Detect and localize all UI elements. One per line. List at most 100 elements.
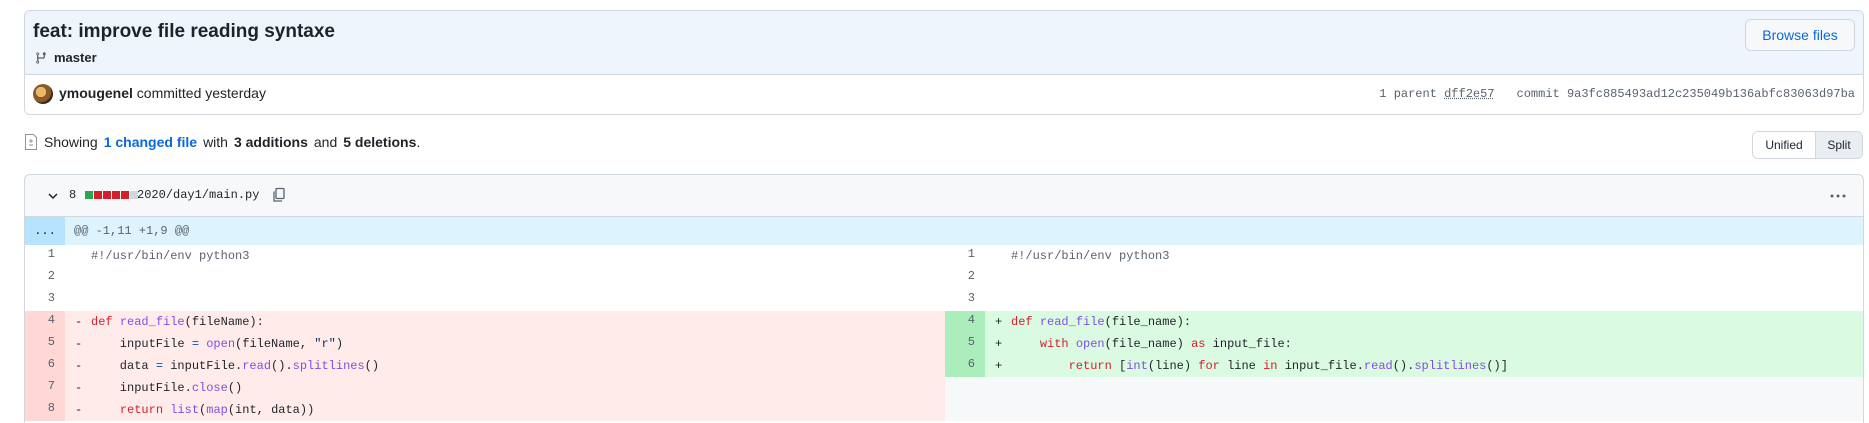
parent-sha-link[interactable]: dff2e57 (1444, 87, 1494, 101)
git-branch-icon (36, 51, 46, 64)
diffstat-square-del (121, 191, 129, 199)
commit-meta: ymougenel committed yesterday 1 parent d… (25, 75, 1863, 114)
branch-info[interactable]: master (34, 50, 97, 65)
hunk-range: @@ -1,11 +1,9 @@ (74, 224, 190, 238)
author-line: ymougenel committed yesterday (59, 85, 266, 101)
code-line: + return [int(line) for line in input_fi… (985, 355, 1863, 377)
file-header: 8 2020/day1/main.py (25, 175, 1863, 217)
browse-files-button[interactable]: Browse files (1745, 19, 1855, 51)
diff-rows: 1 #!/usr/bin/env python3 1 #!/usr/bin/env… (25, 245, 1863, 421)
diffstat-square-add (85, 191, 93, 199)
diff-row: 5- inputFile = open(fileName, "r") 5 + wit… (25, 333, 1863, 355)
diff-row: 6- data = inputFile.read().splitlines() 6… (25, 355, 1863, 377)
right-line: 6 + return [int(line) for line in input_f… (945, 355, 1863, 377)
line-number[interactable]: 3 (25, 289, 65, 311)
diff-row: 4- def read_file(fileName): 4 + def read_fil… (25, 311, 1863, 333)
commit-action: committed yesterday (136, 85, 266, 101)
code-line: - return list(map(int, data)) (65, 399, 945, 421)
left-line: 6- data = inputFile.read().splitlines() (25, 355, 945, 377)
diffstat-bar (85, 191, 138, 199)
diff-row: 8- return list(map(int, data)) (25, 399, 1863, 421)
split-view-button[interactable]: Split (1816, 132, 1862, 158)
diffstat-square-del (94, 191, 102, 199)
right-line (945, 399, 1863, 421)
file-diff: 8 2020/day1/main.py ... @@ -1,11 +1,9 @@… (24, 174, 1864, 423)
line-number[interactable]: 5 (945, 333, 985, 355)
commit-sha: 9a3fc885493ad12c235049b136abfc83063d97ba (1566, 87, 1855, 101)
deletions-count: 5 deletions (343, 134, 417, 150)
left-line: 7- inputFile.close() (25, 377, 945, 399)
right-line (945, 377, 1863, 399)
summary-period: . (416, 134, 421, 150)
avatar[interactable] (33, 84, 53, 104)
line-number[interactable]: 4 (945, 311, 985, 333)
left-line: 2 (25, 267, 945, 289)
summary-showing: Showing (44, 134, 98, 150)
code-line: - inputFile = open(fileName, "r") (65, 333, 945, 355)
left-line: 1 #!/usr/bin/env python3 (25, 245, 945, 267)
left-line: 8- return list(map(int, data)) (25, 399, 945, 421)
hunk-header: ... @@ -1,11 +1,9 @@ (25, 217, 1863, 245)
left-line: 3 (25, 289, 945, 311)
diff-summary: Showing 1 changed file with 3 additions … (24, 134, 420, 150)
commit-shas: 1 parent dff2e57 commit 9a3fc885493ad12c… (1379, 87, 1855, 101)
left-line: 5- inputFile = open(fileName, "r") (25, 333, 945, 355)
line-number[interactable]: 8 (25, 399, 65, 421)
unified-view-button[interactable]: Unified (1753, 132, 1816, 158)
line-number[interactable]: 1 (25, 245, 65, 267)
copy-icon[interactable] (271, 187, 287, 203)
diff-row: 1 #!/usr/bin/env python3 1 #!/usr/bin/env… (25, 245, 1863, 267)
changed-files-link[interactable]: 1 changed file (104, 134, 197, 150)
line-number[interactable]: 6 (945, 355, 985, 377)
summary-and: and (313, 134, 338, 150)
code-line: - def read_file(fileName): (65, 311, 945, 333)
right-line: 2 (945, 267, 1863, 289)
parent-info: 1 parent dff2e57 (1379, 87, 1494, 101)
parent-label: 1 parent (1379, 87, 1437, 101)
branch-name: master (54, 50, 97, 65)
code-line: #!/usr/bin/env python3 (91, 249, 250, 263)
right-line: 5 + with open(file_name) as input_file: (945, 333, 1863, 355)
code-line: - data = inputFile.read().splitlines() (65, 355, 945, 377)
diff-row: 7- inputFile.close() (25, 377, 1863, 399)
summary-with: with (203, 134, 228, 150)
commit-title: feat: improve file reading syntaxe (33, 21, 335, 42)
line-number[interactable]: 4 (25, 311, 65, 333)
code-line: + with open(file_name) as input_file: (985, 333, 1863, 355)
file-diff-icon (25, 134, 37, 150)
kebab-menu-icon[interactable] (1829, 187, 1847, 205)
line-number[interactable]: 1 (945, 245, 985, 267)
chevron-down-icon[interactable] (45, 188, 61, 204)
line-number[interactable]: 2 (25, 267, 65, 289)
left-line: 4- def read_file(fileName): (25, 311, 945, 333)
code-line: - inputFile.close() (65, 377, 945, 399)
changes-count: 8 (69, 188, 77, 202)
line-number[interactable]: 2 (945, 267, 985, 289)
diffstat-square-del (103, 191, 111, 199)
additions-count: 3 additions (233, 134, 308, 150)
diff-row: 2 2 (25, 267, 1863, 289)
commit-header: feat: improve file reading syntaxe maste… (24, 10, 1864, 115)
code-line: #!/usr/bin/env python3 (1011, 249, 1170, 263)
expand-hunk-button[interactable]: ... (25, 217, 65, 245)
author-name[interactable]: ymougenel (59, 85, 133, 101)
line-number[interactable]: 3 (945, 289, 985, 311)
diff-row: 3 3 (25, 289, 1863, 311)
right-line: 4 + def read_file(file_name): (945, 311, 1863, 333)
right-line: 3 (945, 289, 1863, 311)
line-number[interactable]: 7 (25, 377, 65, 399)
right-line: 1 #!/usr/bin/env python3 (945, 245, 1863, 267)
diffstat-square-del (112, 191, 120, 199)
line-number[interactable]: 5 (25, 333, 65, 355)
line-number[interactable]: 6 (25, 355, 65, 377)
commit-label: commit (1516, 87, 1560, 101)
code-line: + def read_file(file_name): (985, 311, 1863, 333)
view-toggle: Unified Split (1752, 131, 1863, 159)
commit-info: commit 9a3fc885493ad12c235049b136abfc830… (1517, 87, 1855, 101)
commit-title-area: feat: improve file reading syntaxe maste… (25, 11, 1863, 75)
file-path[interactable]: 2020/day1/main.py (137, 188, 259, 202)
